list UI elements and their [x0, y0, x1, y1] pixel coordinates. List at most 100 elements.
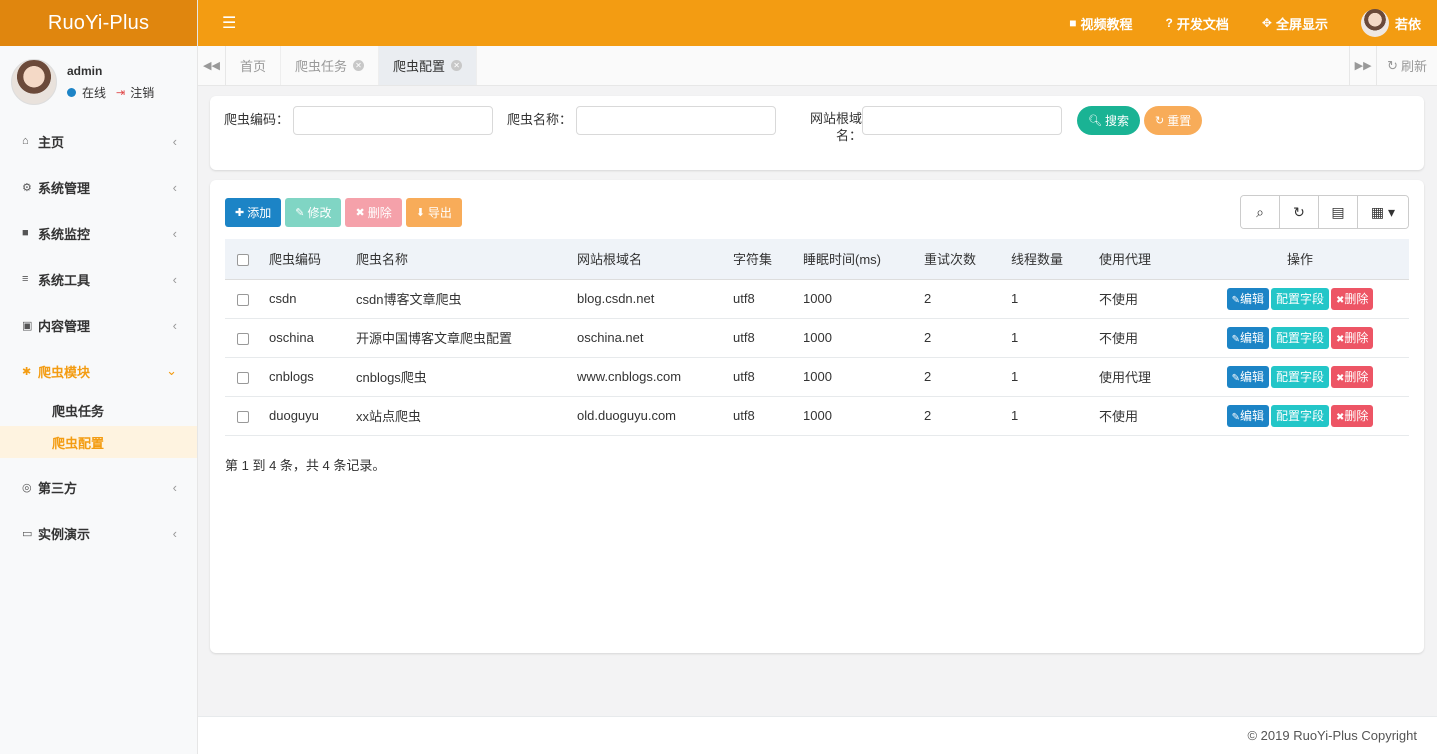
tab-crawler-config[interactable]: 爬虫配置 ✕ — [379, 46, 478, 85]
row-config-button[interactable]: 配置字段 — [1270, 365, 1329, 388]
column-header[interactable]: 爬虫编码 — [261, 239, 348, 280]
columns-dropdown-button[interactable]: ▦ ▾ — [1358, 196, 1408, 228]
reset-button-label: 重置 — [1167, 114, 1192, 128]
sidebar-item-third-party[interactable]: ◎ 第三方 ‹ — [0, 464, 197, 510]
edit-button[interactable]: ✎ 修改 — [285, 198, 342, 227]
delete-button[interactable]: ✖ 删除 — [345, 198, 402, 227]
sidebar-item-tools[interactable]: ≡ 系统工具 ‹ — [0, 256, 197, 302]
table-row[interactable]: oschina 开源中国博客文章爬虫配置 oschina.net utf8 1000 2 1… — [225, 318, 1409, 358]
cell-proxy: 使用代理 — [1091, 357, 1191, 397]
sidebar-item-home[interactable]: ⌂ 主页 ‹ — [0, 118, 197, 164]
close-icon[interactable]: ✕ — [353, 60, 365, 71]
cell-sleep: 1000 — [795, 396, 916, 436]
cell-retry: 2 — [916, 357, 1003, 397]
column-header[interactable]: 字符集 — [725, 239, 795, 280]
fullscreen-icon: ✥ — [1261, 16, 1272, 30]
refresh-tab-button[interactable]: ↻ 刷新 — [1377, 46, 1437, 85]
user-menu[interactable]: 若依 — [1360, 9, 1421, 37]
submenu-item-crawler-task[interactable]: 爬虫任务 — [0, 394, 197, 426]
column-header[interactable]: 线程数量 — [1003, 239, 1091, 280]
row-delete-button-label: 删除 — [1344, 330, 1369, 345]
column-header[interactable]: 使用代理 — [1091, 239, 1191, 280]
chevron-down-icon: ⌄ — [166, 363, 177, 378]
refresh-table-button[interactable]: ↻ — [1280, 196, 1319, 228]
grid-icon: ▦ ▾ — [1370, 203, 1396, 220]
row-checkbox[interactable] — [237, 371, 249, 384]
row-delete-button[interactable]: ✖删除 — [1331, 326, 1374, 349]
top-navbar: ☰ ■ 视频教程 ? 开发文档 ✥ 全屏显示 若依 — [198, 0, 1437, 46]
dev-docs-label: 开发文档 — [1176, 16, 1229, 32]
video-tutorial-link[interactable]: ■ 视频教程 — [1069, 14, 1132, 33]
chevron-left-icon: ‹ — [172, 225, 177, 241]
sidebar-item-content[interactable]: ▣ 内容管理 ‹ — [0, 302, 197, 348]
edit-icon: ✎ — [1231, 294, 1240, 306]
logout-icon[interactable]: ⇥ — [116, 86, 125, 99]
submenu-item-crawler-config[interactable]: 爬虫配置 — [0, 426, 197, 458]
cell-actions: ✎编辑 配置字段 ✖删除 — [1191, 396, 1409, 436]
column-header[interactable]: 爬虫名称 — [348, 239, 569, 280]
row-checkbox[interactable] — [237, 293, 249, 306]
row-checkbox[interactable] — [237, 332, 249, 345]
row-config-button[interactable]: 配置字段 — [1270, 287, 1329, 310]
cell-actions: ✎编辑 配置字段 ✖删除 — [1191, 318, 1409, 358]
tab-crawler-task[interactable]: 爬虫任务 ✕ — [281, 46, 380, 85]
cell-retry: 2 — [916, 279, 1003, 319]
table-row[interactable]: cnblogs cnblogs爬虫 www.cnblogs.com utf8 1000 2… — [225, 357, 1409, 397]
menu-toggle-icon[interactable]: ☰ — [222, 13, 236, 33]
row-config-button[interactable]: 配置字段 — [1270, 326, 1329, 349]
dev-docs-link[interactable]: ? 开发文档 — [1166, 14, 1229, 33]
table-row[interactable]: csdn csdn博客文章爬虫 blog.csdn.net utf8 1000 2 1 不使用… — [225, 279, 1409, 319]
sidebar-item-label: 系统监控 — [38, 226, 91, 242]
row-delete-button-label: 删除 — [1344, 291, 1369, 306]
app-logo[interactable]: RuoYi-Plus — [0, 0, 197, 46]
cell-name: xx站点爬虫 — [348, 396, 569, 436]
export-button[interactable]: ⬇ 导出 — [405, 198, 462, 227]
question-icon: ? — [1165, 16, 1173, 30]
table-row[interactable]: duoguyu xx站点爬虫 old.duoguyu.com utf8 1000 2 1 不使… — [225, 396, 1409, 436]
sidebar-item-system[interactable]: ⚙ 系统管理 ‹ — [0, 164, 197, 210]
toggle-search-button[interactable]: ⌕ — [1241, 196, 1280, 228]
row-delete-button[interactable]: ✖删除 — [1331, 365, 1374, 388]
column-header[interactable]: 网站根域名 — [569, 239, 725, 280]
table-tools-group: ⌕ ↻ ▤ ▦ ▾ — [1240, 195, 1409, 229]
row-checkbox[interactable] — [237, 410, 249, 423]
fullscreen-link[interactable]: ✥ 全屏显示 — [1262, 14, 1328, 33]
column-header[interactable]: 睡眠时间(ms) — [795, 239, 916, 280]
crawler-name-input[interactable] — [576, 106, 777, 135]
row-config-button[interactable]: 配置字段 — [1270, 404, 1329, 427]
edit-button-label: 修改 — [307, 206, 332, 220]
row-delete-button[interactable]: ✖删除 — [1331, 287, 1374, 310]
row-edit-button[interactable]: ✎编辑 — [1226, 326, 1269, 349]
tab-label: 首页 — [240, 59, 267, 74]
search-button[interactable]: 🔍︎ 搜索 — [1077, 106, 1141, 135]
row-edit-button[interactable]: ✎编辑 — [1226, 404, 1269, 427]
footer: © 2019 RuoYi-Plus Copyright — [198, 716, 1437, 754]
download-icon: ⬇ — [415, 207, 425, 219]
row-edit-button-label: 编辑 — [1239, 330, 1264, 345]
tabs-scroll-left-button[interactable]: ◀◀ — [198, 46, 226, 85]
top-user-avatar — [1360, 9, 1389, 37]
search-icon: 🔍︎ — [1088, 115, 1102, 127]
sidebar-item-crawler[interactable]: ✱ 爬虫模块 ⌄ — [0, 348, 197, 394]
row-edit-button[interactable]: ✎编辑 — [1226, 287, 1269, 310]
select-all-checkbox[interactable] — [237, 253, 249, 266]
domain-input[interactable] — [862, 106, 1063, 135]
search-icon: ⌕ — [1256, 203, 1264, 220]
add-button[interactable]: ✚ 添加 — [225, 198, 282, 227]
cell-domain: blog.csdn.net — [569, 279, 725, 319]
close-icon[interactable]: ✕ — [451, 60, 463, 71]
crawler-code-input[interactable] — [293, 106, 494, 135]
user-avatar[interactable] — [11, 59, 57, 105]
column-header[interactable]: 重试次数 — [916, 239, 1003, 280]
tab-home[interactable]: 首页 — [226, 46, 282, 85]
search-panel: 爬虫编码： 爬虫名称： 网站根域名： 🔍︎ 搜索 ↻ 重置 — [210, 96, 1424, 170]
toggle-view-button[interactable]: ▤ — [1319, 196, 1358, 228]
row-edit-button[interactable]: ✎编辑 — [1226, 365, 1269, 388]
row-delete-button[interactable]: ✖删除 — [1331, 404, 1374, 427]
crawler-submenu: 爬虫任务 爬虫配置 — [0, 394, 197, 458]
sidebar-item-monitor[interactable]: ■ 系统监控 ‹ — [0, 210, 197, 256]
reset-button[interactable]: ↻ 重置 — [1144, 106, 1203, 135]
sidebar-item-demo[interactable]: ▭ 实例演示 ‹ — [0, 510, 197, 556]
logout-link[interactable]: 注销 — [130, 84, 154, 101]
tabs-scroll-right-button[interactable]: ▶▶ — [1349, 46, 1378, 85]
